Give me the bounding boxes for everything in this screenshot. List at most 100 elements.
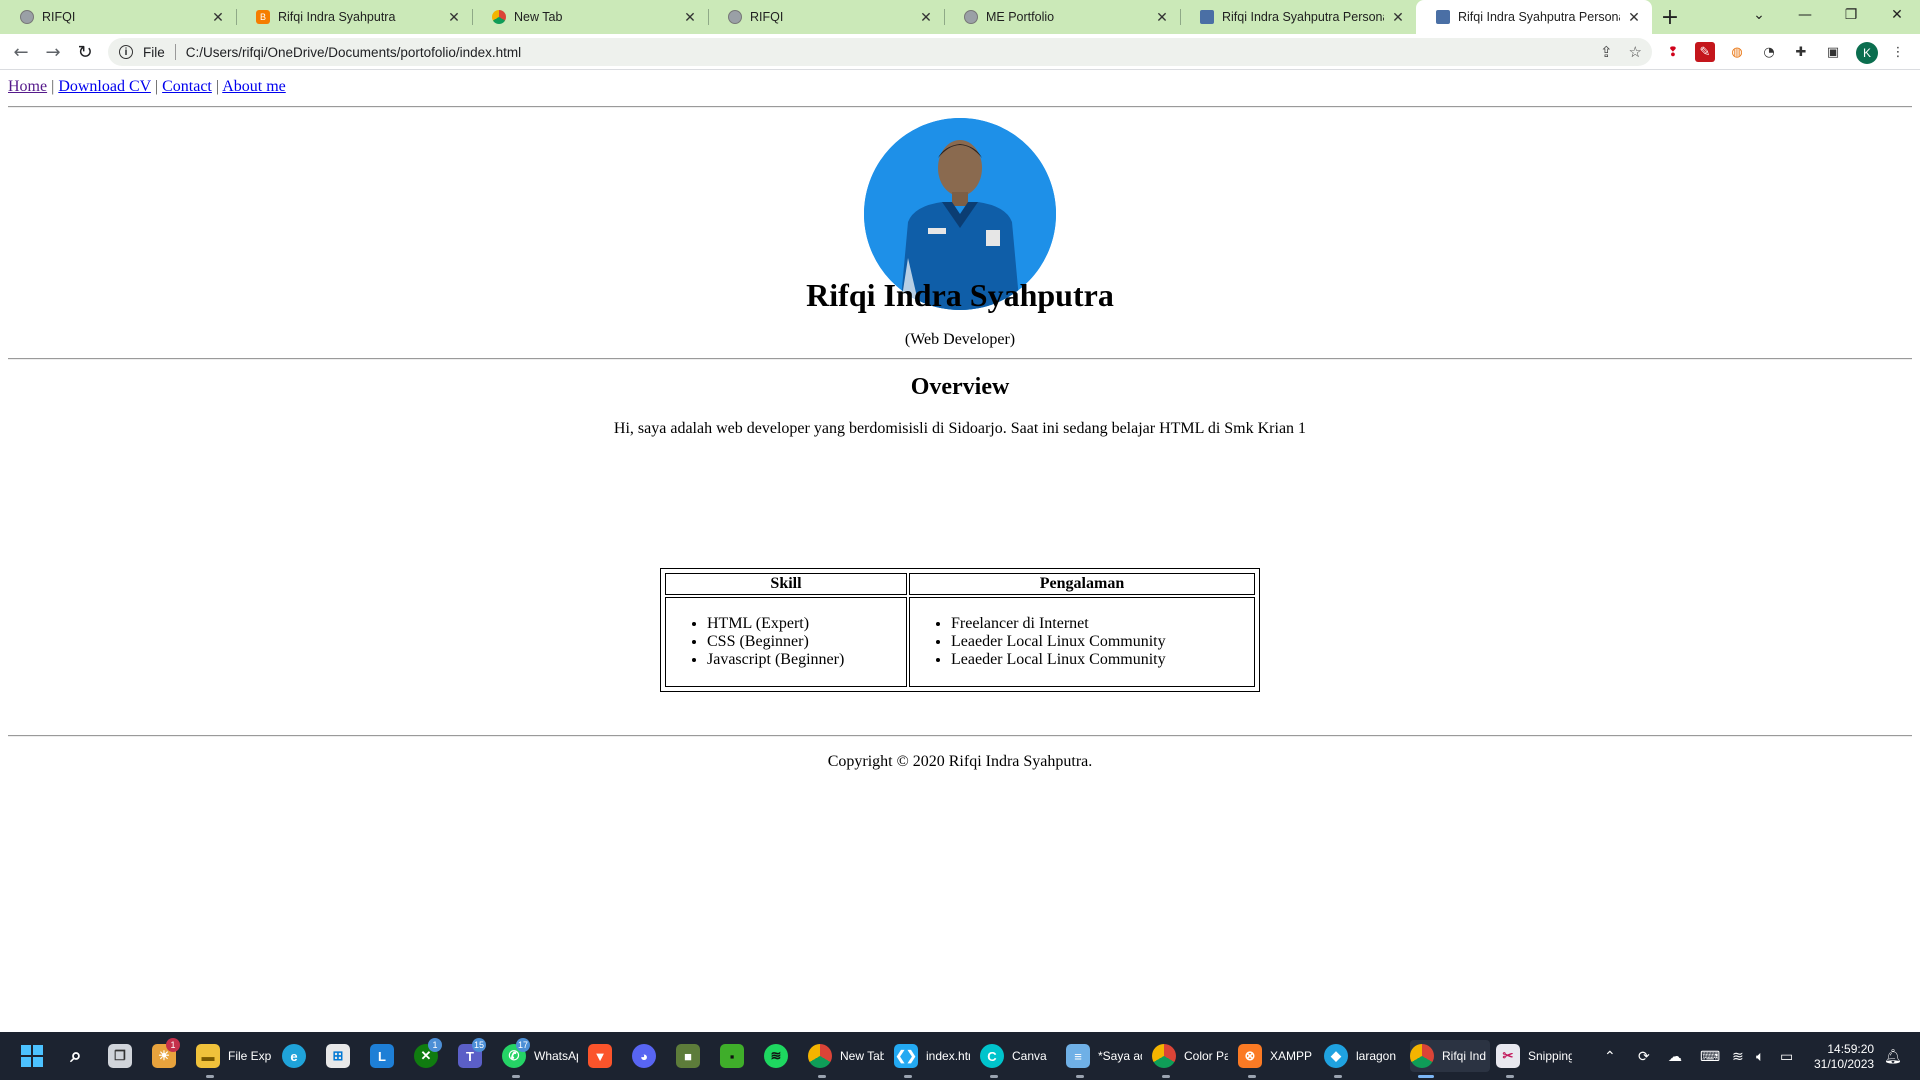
list-item: HTML (Expert) [707, 615, 905, 633]
taskbar-store[interactable]: ⊞ [326, 1040, 350, 1072]
volume-icon[interactable]: 🔈︎ [1756, 1032, 1764, 1080]
keyboard-icon[interactable]: ⌨ [1700, 1032, 1720, 1080]
close-icon[interactable]: ✕ [1390, 9, 1406, 26]
nav-download-cv-link[interactable]: Download CV [58, 78, 151, 95]
task-view-button[interactable]: ❐ [108, 1040, 132, 1072]
search-button[interactable]: ⌕ [64, 1040, 88, 1072]
sync-icon[interactable]: ⟳ [1638, 1032, 1650, 1080]
vscode-icon: ❮❯ [894, 1044, 918, 1068]
tray-overflow-chevron-icon[interactable]: ⌃ [1604, 1032, 1616, 1080]
taskbar-discord[interactable]: ◕ [632, 1040, 656, 1072]
divider [174, 44, 176, 60]
close-icon[interactable]: ✕ [1626, 9, 1642, 26]
minecraft-block-icon: ■ [676, 1044, 700, 1068]
chrome-icon [808, 1044, 832, 1068]
taskbar-color-palette[interactable]: Color Pal [1152, 1040, 1232, 1078]
taskbar-canva[interactable]: C Canva [980, 1040, 1060, 1078]
close-icon[interactable]: ✕ [446, 9, 462, 26]
taskbar-snipping-tool[interactable]: ✂ Snipping [1496, 1040, 1576, 1078]
taskbar-laragon[interactable]: ◆ laragon [1324, 1040, 1404, 1078]
tab-me-portfolio[interactable]: ME Portfolio ✕ [944, 0, 1180, 34]
overview-block: Overview [0, 374, 1920, 401]
close-icon[interactable]: ✕ [210, 9, 226, 26]
tab-new-tab[interactable]: New Tab ✕ [472, 0, 708, 34]
nav-about-link[interactable]: About me [222, 78, 286, 95]
footer-copyright: Copyright © 2020 Rifqi Indra Syahputra. [827, 753, 1093, 770]
divider-top [8, 106, 1912, 108]
menu-kebab-icon[interactable]: ⋮ [1888, 42, 1908, 62]
info-icon[interactable]: i [119, 45, 133, 59]
page-title: Rifqi Indra Syahputra [806, 277, 1114, 313]
discord-icon: ◕ [632, 1044, 656, 1068]
taskbar-whatsapp[interactable]: ✆ 17 WhatsAp [502, 1038, 582, 1078]
forward-arrow-icon[interactable]: → [41, 40, 65, 64]
folder-icon: ▬ [196, 1044, 220, 1068]
taskbar-minecraft[interactable]: ■ [676, 1040, 700, 1072]
snipping-tool-icon: ✂ [1496, 1044, 1520, 1068]
taskbar-creeper[interactable]: ▪ [720, 1040, 744, 1072]
taskbar-l-app[interactable]: L [370, 1040, 394, 1072]
address-scheme: File [143, 44, 165, 60]
taskbar-brave[interactable]: ▼ [588, 1040, 612, 1072]
table-row: HTML (Expert) CSS (Beginner) Javascript … [665, 597, 1255, 687]
taskbar-label: Canva [1012, 1049, 1047, 1063]
role-subtitle: (Web Developer) [904, 331, 1016, 348]
taskbar-teams[interactable]: T 15 [458, 1038, 487, 1072]
chrome-icon [1152, 1044, 1176, 1068]
tab-title: Rifqi Indra Syahputra [278, 10, 396, 24]
close-icon[interactable]: ✕ [918, 9, 934, 26]
nav-separator: | [51, 78, 55, 95]
canva-icon: C [980, 1044, 1004, 1068]
tab-personal-web-active[interactable]: Rifqi Indra Syahputra Personal W ✕ [1416, 0, 1652, 34]
taskbar-chrome-active[interactable]: Rifqi Indr [1410, 1040, 1490, 1078]
skill-header: Skill [665, 573, 907, 595]
taskbar-file-explorer[interactable]: ▬ File Expl [196, 1040, 276, 1078]
windows-logo-icon [20, 1044, 44, 1068]
nav-contact-link[interactable]: Contact [162, 78, 212, 95]
tab-rifqi-1[interactable]: RIFQI ✕ [0, 0, 236, 34]
taskbar-xbox[interactable]: ✕ 1 [414, 1038, 442, 1072]
extension-red-icon[interactable]: ❢ [1663, 42, 1683, 62]
pdf-extension-icon[interactable]: ✎ [1695, 42, 1715, 62]
tab-blogger[interactable]: B Rifqi Indra Syahputra ✕ [236, 0, 472, 34]
tab-rifqi-2[interactable]: RIFQI ✕ [708, 0, 944, 34]
extension-orange-icon[interactable]: ◍ [1727, 42, 1747, 62]
list-item: CSS (Beginner) [707, 633, 905, 651]
creeper-icon: ▪ [720, 1044, 744, 1068]
address-bar[interactable]: i File C:/Users/rifqi/OneDrive/Documents… [108, 38, 1652, 66]
bookmark-star-icon[interactable]: ☆ [1629, 43, 1642, 61]
profile-avatar[interactable]: K [1856, 42, 1878, 64]
start-button[interactable] [20, 1040, 44, 1072]
close-icon[interactable]: ✕ [1154, 9, 1170, 26]
new-tab-button[interactable]: + [1652, 0, 1688, 34]
extensions-puzzle-icon[interactable]: ✚ [1791, 42, 1811, 62]
back-arrow-icon[interactable]: ← [9, 40, 33, 64]
close-window-button[interactable]: ✕ [1874, 0, 1920, 30]
tab-personal-web-1[interactable]: Rifqi Indra Syahputra Personal W ✕ [1180, 0, 1416, 34]
share-icon[interactable]: ⇪ [1600, 43, 1613, 61]
taskbar-vscode[interactable]: ❮❯ index.htm [894, 1040, 974, 1078]
skills-list: HTML (Expert) CSS (Beginner) Javascript … [667, 615, 905, 669]
reload-icon[interactable]: ↻ [73, 40, 97, 64]
windows-taskbar: ⌕ ❐ ☀ 1 ▬ File Expl e ⊞ L ✕ 1 T 15 ✆ 17 … [0, 1032, 1920, 1080]
chrome-icon [1410, 1044, 1434, 1068]
widgets-button[interactable]: ☀ 1 [152, 1038, 180, 1072]
onedrive-cloud-icon[interactable]: ☁ [1668, 1032, 1682, 1080]
taskbar-chrome-new-tab[interactable]: New Tab [808, 1040, 888, 1078]
minimize-button[interactable]: — [1782, 0, 1828, 30]
nav-home-link[interactable]: Home [8, 78, 47, 95]
side-panel-icon[interactable]: ▣ [1823, 42, 1843, 62]
close-icon[interactable]: ✕ [682, 9, 698, 26]
restore-button[interactable]: ❐ [1828, 0, 1874, 30]
battery-icon[interactable]: ▭ [1780, 1032, 1793, 1080]
taskbar-edge[interactable]: e [282, 1040, 306, 1072]
system-clock[interactable]: 14:59:20 31/10/2023 [1814, 1042, 1874, 1072]
wifi-icon[interactable]: ≋ [1732, 1032, 1744, 1080]
address-url[interactable]: C:/Users/rifqi/OneDrive/Documents/portof… [186, 45, 521, 60]
taskbar-xampp[interactable]: ⊗ XAMPP C [1238, 1040, 1318, 1078]
taskbar-notepad[interactable]: ≡ *Saya ad [1066, 1040, 1146, 1078]
speedometer-icon[interactable]: ◔ [1759, 42, 1779, 62]
notification-bell-icon[interactable]: 🔔︎ [1884, 1032, 1902, 1080]
tab-search-chevron-icon[interactable]: ⌄ [1736, 0, 1782, 30]
taskbar-spotify[interactable]: ≋ [764, 1040, 788, 1072]
